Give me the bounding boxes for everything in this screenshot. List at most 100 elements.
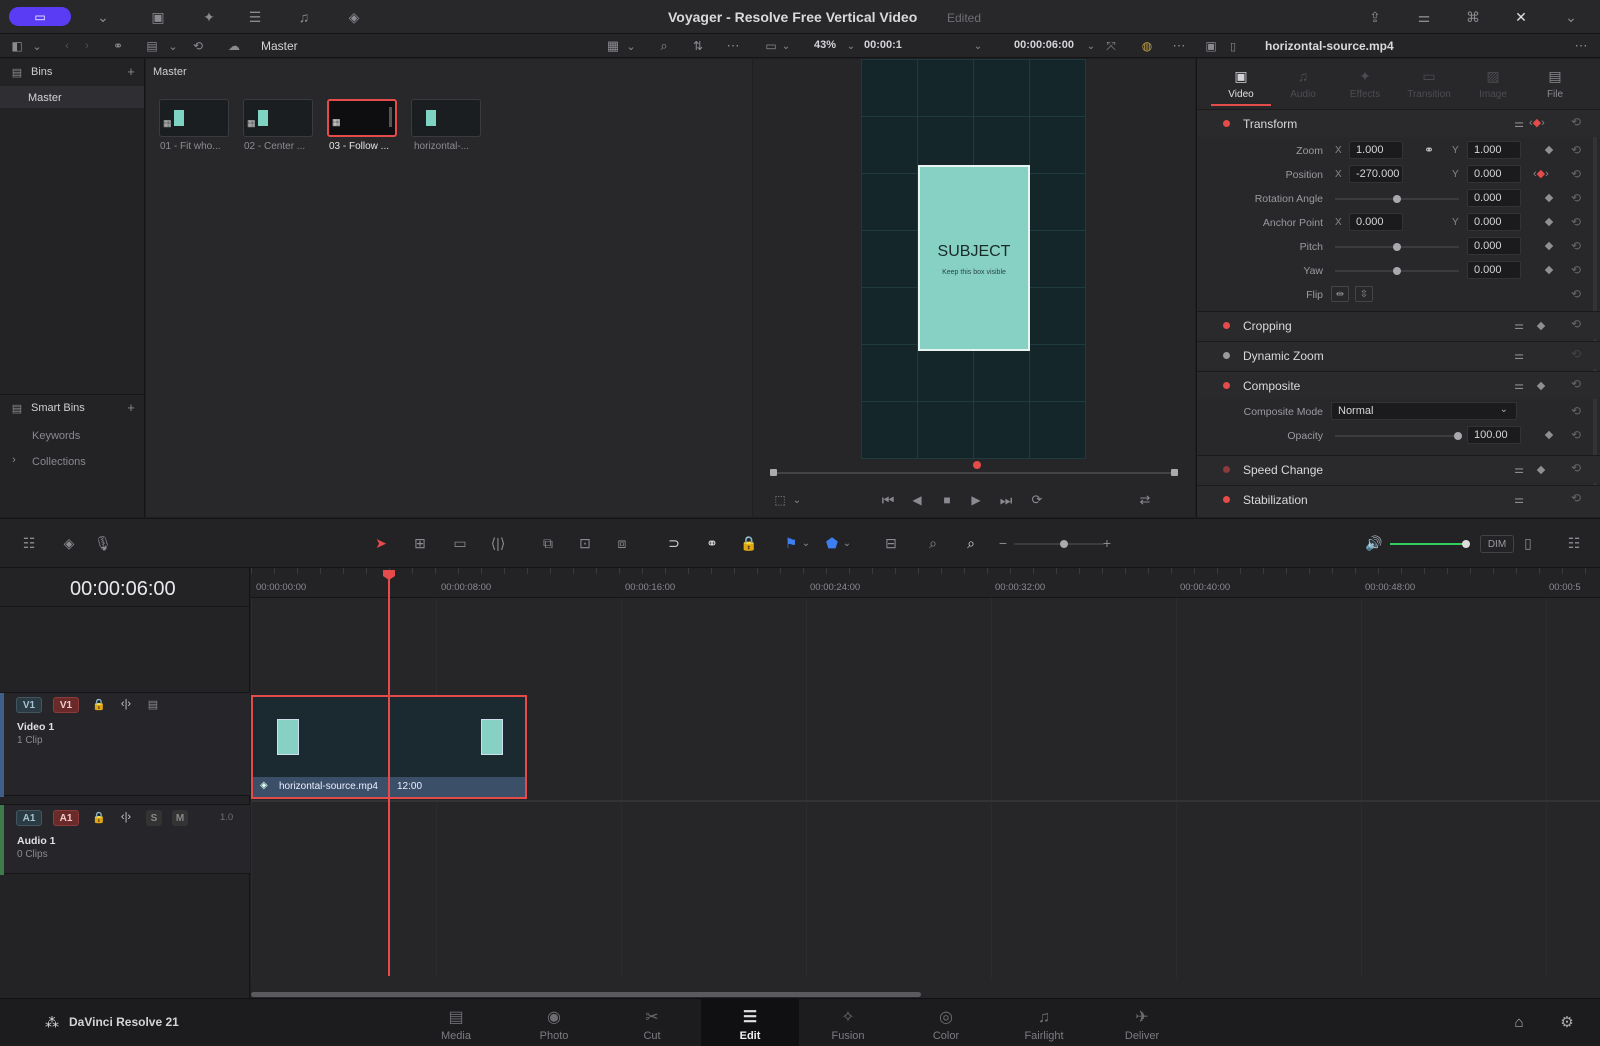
enable-track-icon[interactable]: ▤ xyxy=(144,696,162,712)
composite-section-header[interactable]: Composite ⚌ ⟲ xyxy=(1197,371,1600,399)
keyframe-icon[interactable] xyxy=(1544,241,1554,251)
fullscreen-icon[interactable]: ⤧ xyxy=(1103,38,1119,54)
reset-icon[interactable]: ⟲ xyxy=(1571,347,1581,361)
page-photo[interactable]: ◉ Photo xyxy=(505,999,603,1046)
viewer-timecode[interactable]: 00:00:06:00 xyxy=(1014,39,1074,51)
tab-transition[interactable]: ▭ Transition xyxy=(1397,64,1461,106)
mute-button[interactable]: M xyxy=(172,810,188,826)
enable-toggle[interactable] xyxy=(1223,466,1230,473)
chevron-down-icon[interactable]: ⌄ xyxy=(845,38,857,54)
chevron-down-icon[interactable]: ⌄ xyxy=(800,534,812,552)
lock-track-icon[interactable]: 🔒 xyxy=(92,809,106,825)
reset-icon[interactable]: ⟲ xyxy=(1571,491,1581,505)
loop-icon[interactable]: ⟳ xyxy=(1027,491,1047,509)
home-icon[interactable]: ⌂ xyxy=(1509,1013,1529,1031)
window-menu-icon[interactable]: ⌄ xyxy=(1560,8,1582,26)
slider-knob[interactable] xyxy=(1393,195,1401,203)
effects-overlay-icon[interactable]: ◈ xyxy=(58,534,80,552)
source-patch-a1[interactable]: A1 xyxy=(16,810,42,826)
zoom-detail-icon[interactable]: ⌕ xyxy=(920,534,946,552)
blade-tool-icon[interactable]: ⟨|⟩ xyxy=(486,534,510,552)
clip-thumbnail-1[interactable]: ▦ xyxy=(159,99,229,137)
edit-index-icon[interactable]: ☰ xyxy=(244,8,266,26)
add-bin-icon[interactable]: + xyxy=(124,64,138,79)
clip-thumbnail-3-selected[interactable]: ▦ xyxy=(327,99,397,137)
composite-mode-select[interactable]: Normal ⌄ xyxy=(1331,402,1517,420)
slider-knob[interactable] xyxy=(1393,267,1401,275)
grid-view-icon[interactable]: ▦ xyxy=(604,38,622,54)
reset-icon[interactable]: ⟲ xyxy=(1571,263,1581,277)
reset-icon[interactable]: ⟲ xyxy=(1571,239,1581,253)
keyframe-icon[interactable] xyxy=(1536,381,1546,391)
reset-icon[interactable]: ⟲ xyxy=(1571,191,1581,205)
color-wheel-icon[interactable]: ◍ xyxy=(1139,38,1155,54)
keyframe-nav[interactable]: ‹◆› xyxy=(1533,167,1549,180)
playhead-line[interactable] xyxy=(388,576,390,976)
share-icon[interactable]: ⇪ xyxy=(1364,8,1386,26)
slider-knob[interactable] xyxy=(1060,540,1068,548)
reset-icon[interactable]: ⟲ xyxy=(1571,317,1581,331)
opacity-slider[interactable] xyxy=(1335,435,1459,437)
chevron-down-icon[interactable]: ⌄ xyxy=(972,38,984,54)
marker-icon[interactable]: ⬟ xyxy=(824,534,840,552)
tab-audio[interactable]: ♫ Audio xyxy=(1273,64,1333,106)
smart-bin-keywords[interactable]: Keywords xyxy=(32,430,80,442)
more-options-icon[interactable]: ⋯ xyxy=(724,38,742,54)
enable-toggle[interactable] xyxy=(1223,352,1230,359)
slider-knob[interactable] xyxy=(1393,243,1401,251)
page-fusion[interactable]: ✧ Fusion xyxy=(799,999,897,1046)
reset-icon[interactable]: ⟲ xyxy=(1571,428,1581,442)
page-media[interactable]: ▤ Media xyxy=(407,999,505,1046)
stabilization-section-header[interactable]: Stabilization ⚌ ⟲ xyxy=(1197,485,1600,517)
crop-icon[interactable]: ⬚ xyxy=(771,492,789,508)
auto-select-icon[interactable]: ‹|› xyxy=(116,809,136,825)
cropping-section-header[interactable]: Cropping ⚌ ⟲ xyxy=(1197,311,1600,339)
settings-sliders-icon[interactable]: ⚌ xyxy=(1512,378,1526,392)
settings-sliders-icon[interactable]: ⚌ xyxy=(1512,116,1526,130)
volume-icon[interactable]: 🔊 xyxy=(1364,534,1384,552)
timeline-zoom-slider[interactable] xyxy=(1014,543,1104,545)
effects-icon[interactable]: ✦ xyxy=(198,8,220,26)
keyframe-icon[interactable] xyxy=(1536,465,1546,475)
position-lock-icon[interactable]: 🔒 xyxy=(740,534,758,552)
more-options-icon[interactable]: ⋯ xyxy=(1572,38,1590,54)
chevron-down-icon[interactable]: ⌄ xyxy=(30,38,44,54)
zoom-full-icon[interactable]: ⊟ xyxy=(878,534,904,552)
transform-section-header[interactable]: Transform ⚌ ‹◆› ⟲ xyxy=(1197,109,1600,137)
zoom-y-field[interactable]: 1.000 xyxy=(1467,141,1521,159)
dim-button[interactable]: DIM xyxy=(1480,535,1514,553)
anchor-y-field[interactable]: 0.000 xyxy=(1467,213,1521,231)
enable-toggle[interactable] xyxy=(1223,322,1230,329)
linked-selection-icon[interactable]: ⚭ xyxy=(702,534,722,552)
position-y-field[interactable]: 0.000 xyxy=(1467,165,1521,183)
keyframe-nav[interactable]: ‹◆› xyxy=(1529,116,1545,129)
opacity-field[interactable]: 100.00 xyxy=(1467,426,1521,444)
viewer-layout-icon[interactable]: ▭ xyxy=(762,38,780,54)
destination-a1[interactable]: A1 xyxy=(53,810,79,826)
chevron-down-icon[interactable]: ⌄ xyxy=(791,492,803,508)
destination-v1[interactable]: V1 xyxy=(53,697,79,713)
timeline-options-icon[interactable]: ☷ xyxy=(1562,534,1586,552)
source-patch-v1[interactable]: V1 xyxy=(16,697,42,713)
workspace-switch-button[interactable]: ▭ xyxy=(9,7,71,26)
chevron-right-icon[interactable]: › xyxy=(8,453,20,467)
scrubber-playhead[interactable] xyxy=(973,461,981,469)
stop-icon[interactable]: ■ xyxy=(938,491,956,509)
keyframe-icon[interactable] xyxy=(1544,430,1554,440)
tab-file[interactable]: ▤ File xyxy=(1525,64,1585,106)
yaw-field[interactable]: 0.000 xyxy=(1467,261,1521,279)
settings-sliders-icon[interactable]: ⚌ xyxy=(1512,348,1526,362)
chevron-down-icon[interactable]: ⌄ xyxy=(94,8,112,26)
play-reverse-icon[interactable]: ◀ xyxy=(908,491,926,509)
page-deliver[interactable]: ✈ Deliver xyxy=(1093,999,1191,1046)
keyframe-icon[interactable] xyxy=(1544,145,1554,155)
flip-vertical-icon[interactable]: ⇳ xyxy=(1355,286,1373,302)
viewer-scrubber[interactable] xyxy=(773,472,1175,474)
snapping-icon[interactable]: ⊃ xyxy=(664,534,684,552)
page-cut[interactable]: ✂ Cut xyxy=(603,999,701,1046)
viewer-canvas[interactable]: SUBJECT Keep this box visible xyxy=(861,59,1086,459)
reset-icon[interactable]: ⟲ xyxy=(1571,404,1581,418)
sync-icon[interactable]: ⟲ xyxy=(190,38,206,54)
zoom-custom-icon[interactable]: ⌕ xyxy=(958,534,984,552)
forward-arrow-icon[interactable]: › xyxy=(80,38,94,54)
